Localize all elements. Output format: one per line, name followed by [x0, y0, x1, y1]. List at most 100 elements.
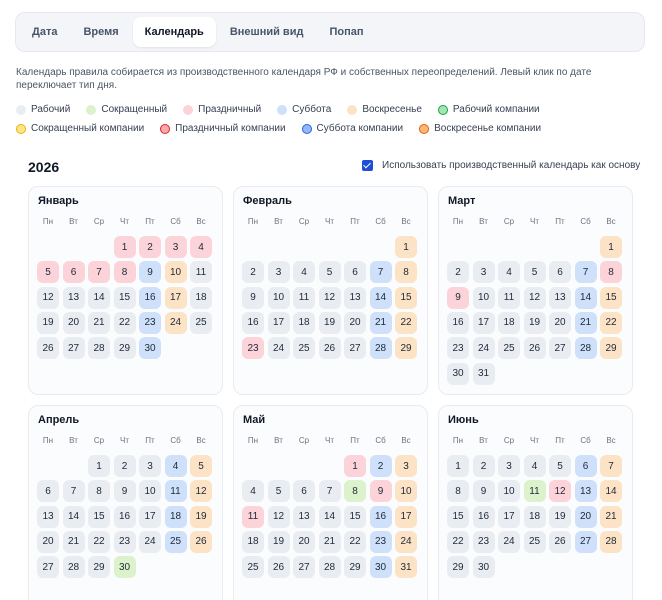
day-cell[interactable]: 4 — [242, 480, 264, 503]
day-cell[interactable]: 18 — [498, 311, 520, 334]
day-cell[interactable]: 24 — [139, 530, 161, 553]
day-cell[interactable]: 29 — [113, 337, 136, 360]
day-cell[interactable]: 19 — [267, 530, 290, 553]
day-cell[interactable]: 3 — [472, 261, 495, 284]
day-cell[interactable]: 21 — [574, 311, 597, 334]
day-cell[interactable]: 21 — [600, 505, 622, 528]
day-cell[interactable]: 5 — [549, 455, 571, 477]
day-cell[interactable]: 23 — [113, 530, 136, 553]
day-cell[interactable]: 10 — [164, 261, 187, 284]
day-cell[interactable]: 4 — [190, 236, 212, 258]
day-cell[interactable]: 18 — [164, 505, 187, 528]
day-cell[interactable]: 13 — [574, 480, 597, 503]
day-cell[interactable]: 25 — [293, 337, 315, 360]
day-cell[interactable]: 6 — [62, 261, 85, 284]
day-cell[interactable]: 26 — [549, 530, 571, 553]
day-cell[interactable]: 4 — [293, 261, 315, 284]
day-cell[interactable]: 25 — [164, 530, 187, 553]
day-cell[interactable]: 26 — [267, 556, 290, 579]
day-cell[interactable]: 11 — [498, 286, 520, 309]
day-cell[interactable]: 15 — [344, 505, 366, 528]
day-cell[interactable]: 1 — [113, 236, 136, 258]
day-cell[interactable]: 1 — [344, 455, 366, 477]
day-cell[interactable]: 22 — [113, 311, 136, 334]
day-cell[interactable]: 6 — [344, 261, 366, 284]
day-cell[interactable]: 24 — [164, 311, 187, 334]
day-cell[interactable]: 1 — [447, 455, 469, 477]
day-cell[interactable]: 3 — [139, 455, 161, 477]
day-cell[interactable]: 21 — [369, 311, 392, 334]
day-cell[interactable]: 25 — [242, 556, 264, 579]
day-cell[interactable]: 27 — [62, 337, 85, 360]
day-cell[interactable]: 1 — [88, 455, 110, 477]
day-cell[interactable]: 12 — [190, 480, 212, 503]
day-cell[interactable]: 10 — [267, 286, 290, 309]
day-cell[interactable]: 10 — [395, 480, 417, 503]
tab-appearance[interactable]: Внешний вид — [218, 17, 316, 47]
day-cell[interactable]: 7 — [62, 480, 85, 503]
day-cell[interactable]: 5 — [190, 455, 212, 477]
day-cell[interactable]: 6 — [37, 480, 59, 503]
day-cell[interactable]: 11 — [293, 286, 315, 309]
day-cell[interactable]: 5 — [523, 261, 546, 284]
day-cell[interactable]: 17 — [164, 286, 187, 309]
day-cell[interactable]: 12 — [549, 480, 571, 503]
day-cell[interactable]: 25 — [523, 530, 546, 553]
day-cell[interactable]: 18 — [293, 311, 315, 334]
day-cell[interactable]: 20 — [574, 505, 597, 528]
day-cell[interactable]: 17 — [498, 505, 520, 528]
day-cell[interactable]: 14 — [318, 505, 341, 528]
day-cell[interactable]: 30 — [369, 556, 392, 579]
day-cell[interactable]: 8 — [600, 261, 622, 284]
day-cell[interactable]: 29 — [344, 556, 366, 579]
day-cell[interactable]: 27 — [549, 337, 571, 360]
day-cell[interactable]: 24 — [472, 337, 495, 360]
day-cell[interactable]: 7 — [574, 261, 597, 284]
day-cell[interactable]: 16 — [447, 311, 469, 334]
day-cell[interactable]: 19 — [318, 311, 341, 334]
day-cell[interactable]: 21 — [318, 530, 341, 553]
day-cell[interactable]: 2 — [447, 261, 469, 284]
day-cell[interactable]: 1 — [600, 236, 622, 258]
day-cell[interactable]: 28 — [574, 337, 597, 360]
day-cell[interactable]: 26 — [523, 337, 546, 360]
day-cell[interactable]: 20 — [549, 311, 571, 334]
day-cell[interactable]: 15 — [447, 505, 469, 528]
day-cell[interactable]: 28 — [600, 530, 622, 553]
day-cell[interactable]: 13 — [62, 286, 85, 309]
day-cell[interactable]: 7 — [369, 261, 392, 284]
day-cell[interactable]: 9 — [447, 286, 469, 309]
day-cell[interactable]: 12 — [267, 505, 290, 528]
day-cell[interactable]: 14 — [600, 480, 622, 503]
day-cell[interactable]: 9 — [472, 480, 495, 503]
day-cell[interactable]: 9 — [369, 480, 392, 503]
day-cell[interactable]: 13 — [344, 286, 366, 309]
day-cell[interactable]: 31 — [472, 362, 495, 385]
day-cell[interactable]: 10 — [472, 286, 495, 309]
day-cell[interactable]: 17 — [472, 311, 495, 334]
day-cell[interactable]: 16 — [242, 311, 264, 334]
day-cell[interactable]: 23 — [369, 530, 392, 553]
day-cell[interactable]: 8 — [113, 261, 136, 284]
day-cell[interactable]: 10 — [139, 480, 161, 503]
day-cell[interactable]: 30 — [472, 556, 495, 579]
day-cell[interactable]: 20 — [37, 530, 59, 553]
day-cell[interactable]: 16 — [369, 505, 392, 528]
day-cell[interactable]: 9 — [242, 286, 264, 309]
day-cell[interactable]: 21 — [62, 530, 85, 553]
day-cell[interactable]: 14 — [369, 286, 392, 309]
day-cell[interactable]: 3 — [395, 455, 417, 477]
day-cell[interactable]: 5 — [267, 480, 290, 503]
day-cell[interactable]: 20 — [62, 311, 85, 334]
day-cell[interactable]: 6 — [293, 480, 315, 503]
day-cell[interactable]: 25 — [498, 337, 520, 360]
day-cell[interactable]: 19 — [523, 311, 546, 334]
day-cell[interactable]: 29 — [395, 337, 417, 360]
use-production-calendar-option[interactable]: Использовать производственный календарь … — [362, 160, 640, 171]
day-cell[interactable]: 29 — [600, 337, 622, 360]
day-cell[interactable]: 3 — [267, 261, 290, 284]
day-cell[interactable]: 22 — [344, 530, 366, 553]
day-cell[interactable]: 11 — [523, 480, 546, 503]
day-cell[interactable]: 6 — [549, 261, 571, 284]
day-cell[interactable]: 24 — [395, 530, 417, 553]
